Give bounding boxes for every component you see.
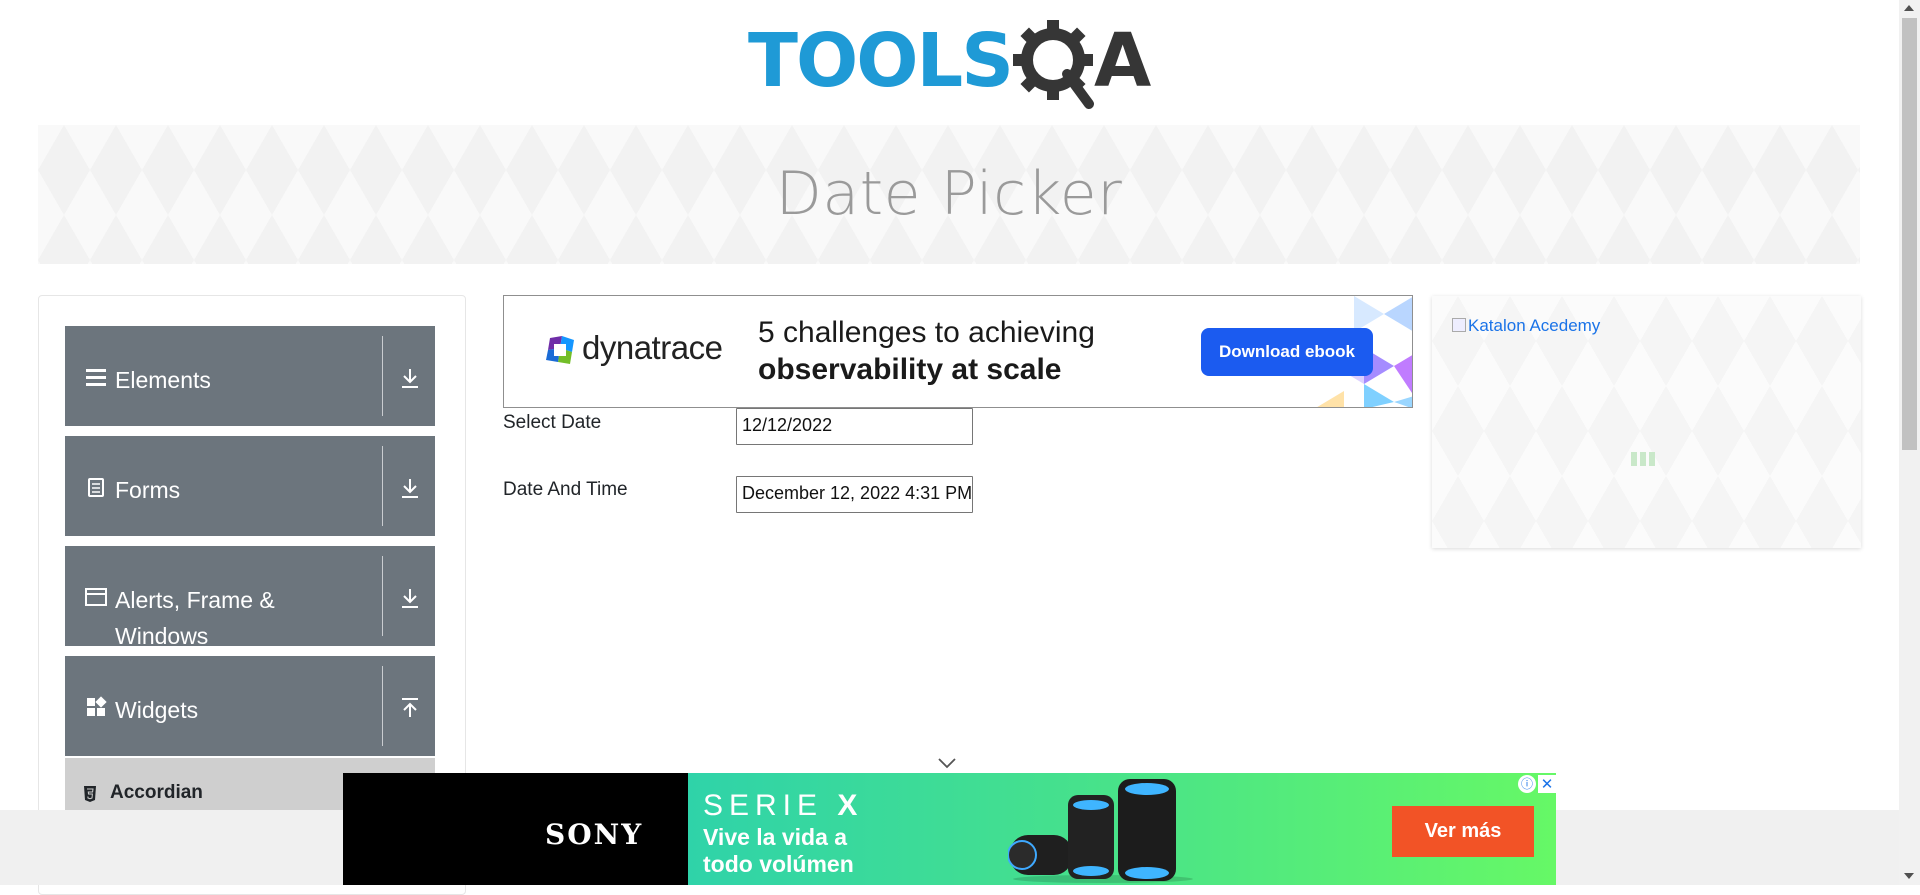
page-title: Date Picker (775, 159, 1123, 229)
ver-mas-button[interactable]: Ver más (1392, 806, 1534, 857)
scroll-down-arrow[interactable] (1904, 873, 1914, 879)
ad-series-title: SERIE X (703, 789, 864, 822)
sidebar-group-label: Alerts, Frame & Windows (115, 587, 275, 649)
sidebar-group-widgets[interactable]: Widgets (65, 656, 435, 756)
close-ad-icon[interactable]: ✕ (1538, 775, 1556, 793)
scroll-up-arrow[interactable] (1904, 5, 1914, 11)
toolsqa-logo[interactable]: TOOLS A (748, 18, 1154, 114)
sidebar-group-label: Forms (115, 477, 181, 503)
sony-logo: SONY (545, 818, 644, 851)
select-date-label: Select Date (503, 412, 602, 433)
ad-tagline: Vive la vida a todo volúmen (703, 824, 854, 877)
sidebar-item-label: Accordian (110, 782, 203, 803)
loading-indicator (1631, 451, 1658, 470)
divider (382, 556, 383, 636)
page-scrollbar[interactable] (1899, 0, 1920, 885)
chevron-down-icon[interactable] (937, 756, 957, 770)
date-and-time-input[interactable]: December 12, 2022 4:31 PM (736, 476, 973, 513)
hamburger-icon (86, 369, 106, 386)
sidebar-group-label: Widgets (115, 697, 199, 723)
dynatrace-logo-icon (546, 336, 574, 364)
ad-brand-text: dynatrace (582, 329, 723, 366)
katalon-ad[interactable]: Katalon Acedemy (1432, 296, 1861, 548)
sony-ad-banner[interactable]: SONY SERIE X Vive la vida a todo volúmen… (343, 773, 1556, 885)
sidebar-group-alerts-frame-windows[interactable]: Alerts, Frame & Windows (65, 546, 435, 649)
divider (382, 666, 383, 746)
ad-headline-line1: 5 challenges to achieving (758, 316, 1095, 349)
window-icon (85, 588, 107, 606)
download-ebook-button[interactable]: Download ebook (1201, 328, 1373, 376)
scroll-thumb[interactable] (1902, 18, 1917, 450)
speaker-product-image (1008, 779, 1193, 883)
download-icon[interactable] (398, 366, 422, 390)
document-icon (88, 478, 104, 497)
download-icon[interactable] (398, 586, 422, 610)
date-and-time-label: Date And Time (503, 479, 628, 500)
svg-text:A: A (1094, 18, 1151, 104)
divider (382, 446, 383, 526)
sidebar-group-forms[interactable]: Forms (65, 436, 435, 536)
toolsqa-logo-graphic: TOOLS A (748, 18, 1151, 109)
adchoices-info-icon[interactable]: ⓘ (1518, 775, 1536, 793)
html5-icon (84, 786, 96, 802)
katalon-ad-alt-text: Katalon Acedemy (1468, 316, 1601, 335)
broken-image-icon (1452, 318, 1466, 332)
dynatrace-ad-banner[interactable]: dynatrace 5 challenges to achieving obse… (503, 295, 1413, 408)
ad-headline-line2: observability at scale (758, 353, 1062, 386)
sidebar-group-label: Elements (115, 367, 211, 393)
divider (382, 336, 383, 416)
page-banner: Date Picker (38, 125, 1860, 264)
select-date-input[interactable]: 12/12/2022 (736, 408, 973, 445)
sidebar-group-elements[interactable]: Elements (65, 326, 435, 426)
download-icon[interactable] (398, 476, 422, 500)
katalon-ad-image-link[interactable]: Katalon Acedemy (1452, 316, 1600, 336)
upload-icon[interactable] (398, 696, 422, 720)
widgets-icon (87, 696, 107, 716)
svg-text:TOOLS: TOOLS (748, 18, 1012, 104)
